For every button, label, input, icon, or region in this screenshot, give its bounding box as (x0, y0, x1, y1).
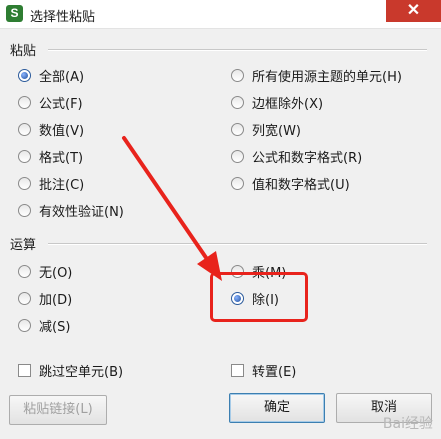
watermark: Bai经验 (382, 416, 433, 432)
annotation-arrow (122, 136, 222, 281)
